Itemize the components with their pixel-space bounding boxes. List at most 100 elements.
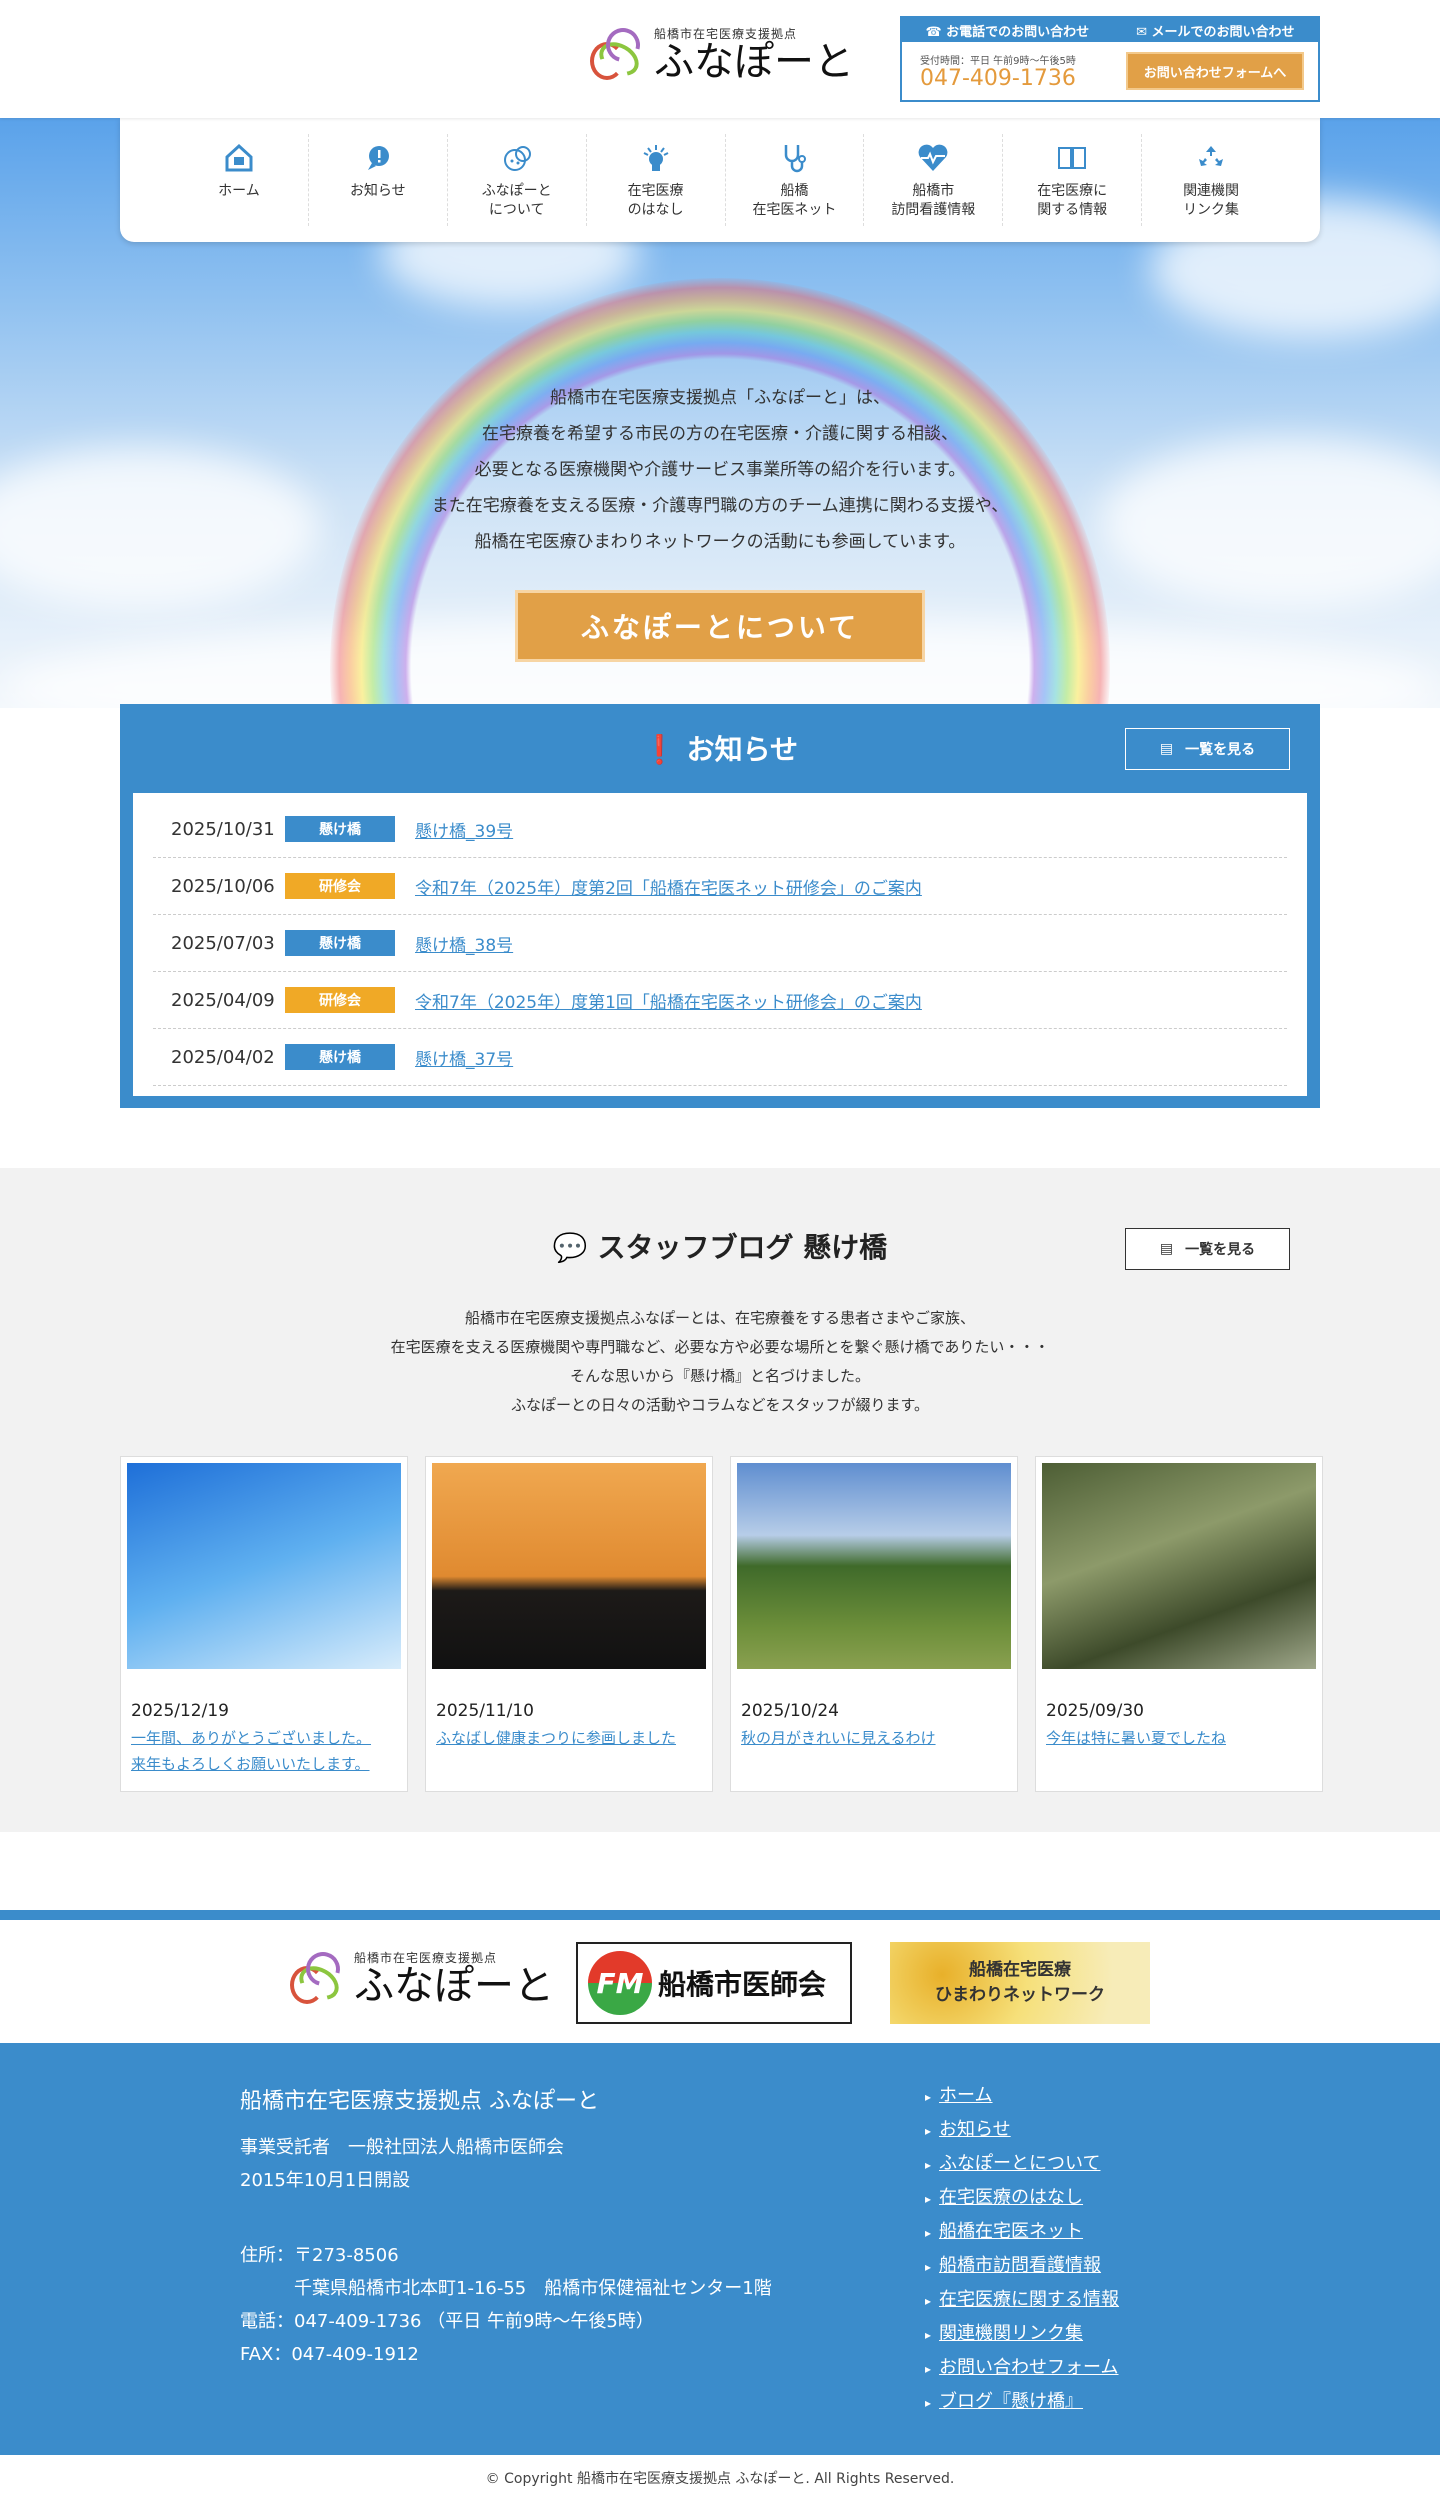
intro-line: 船橋市在宅医療支援拠点「ふなぽーと」は、 <box>550 388 890 408</box>
intro-line: また在宅療養を支える医療・介護専門職の方のチーム連携に関わる支援や、 <box>431 496 1009 516</box>
desc-line: そんな思いから『懸け橋』と名づけました。 <box>569 1367 870 1385</box>
footer-link-item: 在宅医療に関する情報 <box>925 2285 1119 2319</box>
about-funaport-button[interactable]: ふなぽーとについて <box>515 590 925 662</box>
blog-link[interactable]: 今年は特に暑い夏でしたね <box>1046 1725 1312 1751</box>
news-link[interactable]: 懸け橋_39号 <box>415 817 513 842</box>
contact-form-button[interactable]: お問い合わせフォームへ <box>1126 52 1304 90</box>
ishikai-name: 船橋市医師会 <box>658 1968 827 2001</box>
blog-date: 2025/12/19 <box>131 1701 229 1721</box>
nav-label: 船橋 在宅医ネット <box>752 183 837 218</box>
footer-link[interactable]: 在宅医療に関する情報 <box>939 2289 1119 2310</box>
news-link[interactable]: 懸け橋_38号 <box>415 931 513 956</box>
news-link[interactable]: 懸け橋_37号 <box>415 1045 513 1070</box>
partner-himawari-banner[interactable]: 船橋在宅医療 ひまわりネットワーク <box>890 1942 1150 2024</box>
banner-title: ふなぽーと <box>354 1962 554 2009</box>
news-date: 2025/10/06 <box>171 875 275 897</box>
notice-icon <box>367 146 389 170</box>
blog-card[interactable]: 2025/12/19 一年間、ありがとうございました。 来年もよろしくお願いいたし… <box>120 1456 408 1792</box>
mail-inquiry-label[interactable]: ✉ メールでのお問い合わせ <box>1136 21 1294 40</box>
nav-item[interactable]: 船橋 在宅医ネット <box>724 134 864 226</box>
nav-label: 在宅医療 のはなし <box>627 183 684 218</box>
phone-inquiry-label: ☎ お電話でのお問い合わせ <box>925 24 1090 40</box>
nav-item[interactable]: ホーム <box>170 134 308 226</box>
footer-link-item: 船橋在宅医ネット <box>925 2217 1119 2251</box>
footer-link[interactable]: 在宅医療のはなし <box>939 2187 1083 2208</box>
news-link[interactable]: 令和7年（2025年）度第1回「船橋在宅医ネット研修会」のご案内 <box>415 988 922 1013</box>
blog-date: 2025/10/24 <box>741 1701 839 1721</box>
footer-link-item: ふなぽーとについて <box>925 2149 1119 2183</box>
footer-info-line: 住所：〒273-8506 <box>240 2245 399 2266</box>
footer-link-item: ホーム <box>925 2081 1119 2115</box>
footer-org-name: 船橋市在宅医療支援拠点 ふなぽーと <box>240 2089 599 2114</box>
footer-link-item: ブログ『懸け橋』 <box>925 2387 1119 2421</box>
news-row: 2025/04/02 懸け橋 懸け橋_37号 <box>153 1029 1287 1086</box>
blog-date: 2025/11/10 <box>436 1701 534 1721</box>
blog-thumbnail[interactable] <box>127 1463 401 1669</box>
footer-link-item: 在宅医療のはなし <box>925 2183 1119 2217</box>
site-logo[interactable]: 船橋市在宅医療支援拠点 ふなぽーと <box>588 21 854 83</box>
intro-line: 船橋在宅医療ひまわりネットワークの活動にも参画しています。 <box>474 532 966 552</box>
footer-link-item: 船橋市訪問看護情報 <box>925 2251 1119 2285</box>
partner-ishikai-banner[interactable]: FM 船橋市医師会 <box>576 1942 852 2024</box>
news-row: 2025/07/03 懸け橋 懸け橋_38号 <box>153 915 1287 972</box>
blog-card[interactable]: 2025/11/10 ふなばし健康まつりに参画しました <box>425 1456 713 1792</box>
desc-line: ふなぽーとの日々の活動やコラムなどをスタッフが綴ります。 <box>511 1396 929 1414</box>
lightbulb-icon <box>643 145 669 171</box>
news-list-button[interactable]: ▤ 一覧を見る <box>1125 728 1290 770</box>
news-date: 2025/07/03 <box>171 932 275 954</box>
blog-title-text: スタッフブログ 懸け橋 <box>597 1231 888 1264</box>
nav-item[interactable]: 船橋市 訪問看護情報 <box>863 134 1002 226</box>
nav-item[interactable]: お知らせ <box>307 134 447 226</box>
notice-icon: ❗ <box>641 733 677 766</box>
blog-link[interactable]: 秋の月がきれいに見えるわけ <box>741 1725 1007 1751</box>
nav-item[interactable]: 関連機関 リンク集 <box>1141 134 1280 226</box>
blog-thumbnail[interactable] <box>737 1463 1011 1669</box>
list-button-label: 一覧を見る <box>1185 1242 1256 1258</box>
footer-info-line: 事業受託者 一般社団法人船橋市医師会 <box>240 2137 564 2158</box>
nav-item[interactable]: 在宅医療 のはなし <box>585 134 725 226</box>
news-list: 2025/10/31 懸け橋 懸け橋_39号 2025/10/06 研修会 令和7年（20… <box>133 793 1307 1096</box>
chat-bubble-icon: 💬 <box>552 1231 588 1264</box>
desc-line: 在宅医療を支える医療機関や専門職など、必要な方や必要な場所とを繋ぐ懸け橋でありた… <box>390 1338 1050 1356</box>
blog-thumbnail[interactable] <box>1042 1463 1316 1669</box>
nav-item[interactable]: 在宅医療に 関する情報 <box>1002 134 1141 226</box>
footer-links: ホームお知らせふなぽーとについて在宅医療のはなし船橋在宅医ネット船橋市訪問看護情… <box>925 2081 1119 2421</box>
blog-thumbnail[interactable] <box>432 1463 706 1669</box>
intro-line: 在宅療養を希望する市民の方の在宅医療・介護に関する相談、 <box>482 424 958 444</box>
news-link[interactable]: 令和7年（2025年）度第2回「船橋在宅医ネット研修会」のご案内 <box>415 874 922 899</box>
blog-link[interactable]: ふなばし健康まつりに参画しました <box>436 1725 702 1751</box>
footer-link[interactable]: ふなぽーとについて <box>939 2153 1100 2174</box>
list-icon: ▤ <box>1159 1241 1174 1257</box>
news-tag: 懸け橋 <box>285 816 395 842</box>
contact-box: ☎ お電話でのお問い合わせ ✉ メールでのお問い合わせ 受付時間：平日 午前9時〜… <box>900 16 1320 102</box>
footer-info-line: 電話：047-409-1736 （平日 午前9時〜午後5時） <box>240 2311 654 2332</box>
footer-link[interactable]: ブログ『懸け橋』 <box>939 2391 1083 2412</box>
footer-link[interactable]: 船橋在宅医ネット <box>939 2221 1083 2242</box>
footer-link[interactable]: お問い合わせフォーム <box>939 2357 1118 2378</box>
nav-item[interactable]: ふなぽーと について <box>446 134 586 226</box>
news-section: ❗ お知らせ ▤ 一覧を見る 2025/10/31 懸け橋 懸け橋_39号 2025/1… <box>120 704 1320 1108</box>
partner-funaport-banner[interactable]: 船橋市在宅医療支援拠点 ふなぽーと <box>288 1945 554 2009</box>
nav-label: ホーム <box>218 183 260 199</box>
footer-link[interactable]: お知らせ <box>939 2119 1011 2140</box>
footer-info-line: 千葉県船橋市北本町1-16-55 船橋市保健福祉センター1階 <box>240 2278 772 2299</box>
footer-link[interactable]: ホーム <box>939 2085 992 2106</box>
phone-number[interactable]: 047-409-1736 <box>920 66 1076 91</box>
footer-link[interactable]: 関連機関リンク集 <box>939 2323 1083 2344</box>
footer-link[interactable]: 船橋市訪問看護情報 <box>939 2255 1101 2276</box>
news-tag: 研修会 <box>285 873 395 899</box>
blog-link[interactable]: 一年間、ありがとうございました。 来年もよろしくお願いいたします。 <box>131 1725 397 1777</box>
blog-list-button[interactable]: ▤ 一覧を見る <box>1125 1228 1290 1270</box>
blog-card[interactable]: 2025/10/24 秋の月がきれいに見えるわけ <box>730 1456 1018 1792</box>
blog-card[interactable]: 2025/09/30 今年は特に暑い夏でしたね <box>1035 1456 1323 1792</box>
logo-mark-icon <box>288 1945 347 2007</box>
nav-label: お知らせ <box>349 183 406 199</box>
news-date: 2025/10/31 <box>171 818 275 840</box>
intro-line: 必要となる医療機関や介護サービス事業所等の紹介を行います。 <box>474 460 966 480</box>
divider-bar <box>0 1910 1440 1920</box>
list-icon: ▤ <box>1159 741 1174 757</box>
footer-info-line <box>240 2197 772 2239</box>
blog-date: 2025/09/30 <box>1046 1701 1144 1721</box>
stethoscope-icon <box>785 145 807 173</box>
footer-link-item: 関連機関リンク集 <box>925 2319 1119 2353</box>
